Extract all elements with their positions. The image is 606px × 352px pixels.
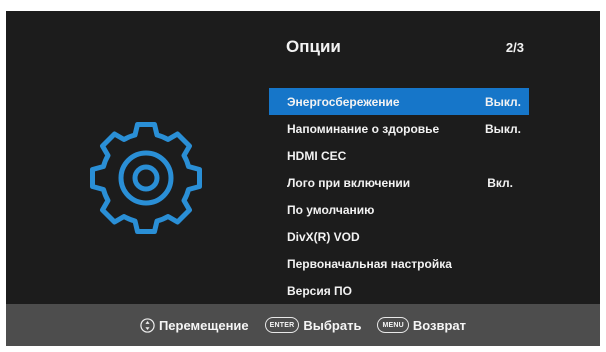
tv-menu-screen: Опции 2/3 Энергосбережение Выкл. Напомин…: [6, 11, 600, 346]
hint-select-label: Выбрать: [303, 317, 362, 333]
menu-item-boot-logo[interactable]: Лого при включении Вкл.: [269, 169, 529, 196]
menu-item-health-reminder[interactable]: Напоминание о здоровье Выкл.: [269, 115, 529, 142]
menu-item-label: Первоначальная настройка: [287, 256, 452, 271]
menu-item-value: Вкл.: [487, 175, 513, 190]
page-indicator: 2/3: [505, 39, 524, 55]
menu-item-initial-setup[interactable]: Первоначальная настройка: [269, 250, 529, 277]
menu-item-divx-vod[interactable]: DivX(R) VOD: [269, 223, 529, 250]
menu-item-label: Энергосбережение: [287, 94, 400, 109]
hint-move: Перемещение: [140, 318, 249, 333]
options-menu-list: Энергосбережение Выкл. Напоминание о здо…: [269, 88, 529, 304]
footer-hint-bar: Перемещение ENTER Выбрать MENU Возврат: [6, 304, 600, 346]
menu-header: Опции 2/3: [286, 37, 528, 57]
menu-item-value: Выкл.: [484, 94, 521, 109]
menu-item-value: Выкл.: [484, 121, 521, 136]
menu-item-label: DivX(R) VOD: [287, 229, 360, 244]
menu-item-label: По умолчанию: [287, 202, 375, 217]
menu-item-label: Лого при включении: [287, 175, 411, 190]
menu-item-energy-saving[interactable]: Энергосбережение Выкл.: [269, 88, 529, 115]
menu-key-badge: MENU: [377, 317, 409, 333]
menu-item-label: HDMI CEC: [287, 148, 347, 163]
menu-item-software-version[interactable]: Версия ПО: [269, 277, 529, 304]
gear-icon: [90, 122, 202, 234]
menu-item-label: Версия ПО: [287, 283, 353, 298]
hint-back-label: Возврат: [412, 317, 467, 333]
hint-back: MENU Возврат: [377, 317, 466, 333]
up-down-nav-icon: [140, 317, 155, 333]
menu-item-reset-default[interactable]: По умолчанию: [269, 196, 529, 223]
hint-move-label: Перемещение: [158, 317, 249, 333]
menu-item-label: Напоминание о здоровье: [287, 121, 440, 136]
enter-key-badge: ENTER: [264, 317, 300, 333]
hint-select: ENTER Выбрать: [264, 317, 362, 333]
menu-item-hdmi-cec[interactable]: HDMI CEC: [269, 142, 529, 169]
menu-title: Опции: [286, 37, 341, 56]
